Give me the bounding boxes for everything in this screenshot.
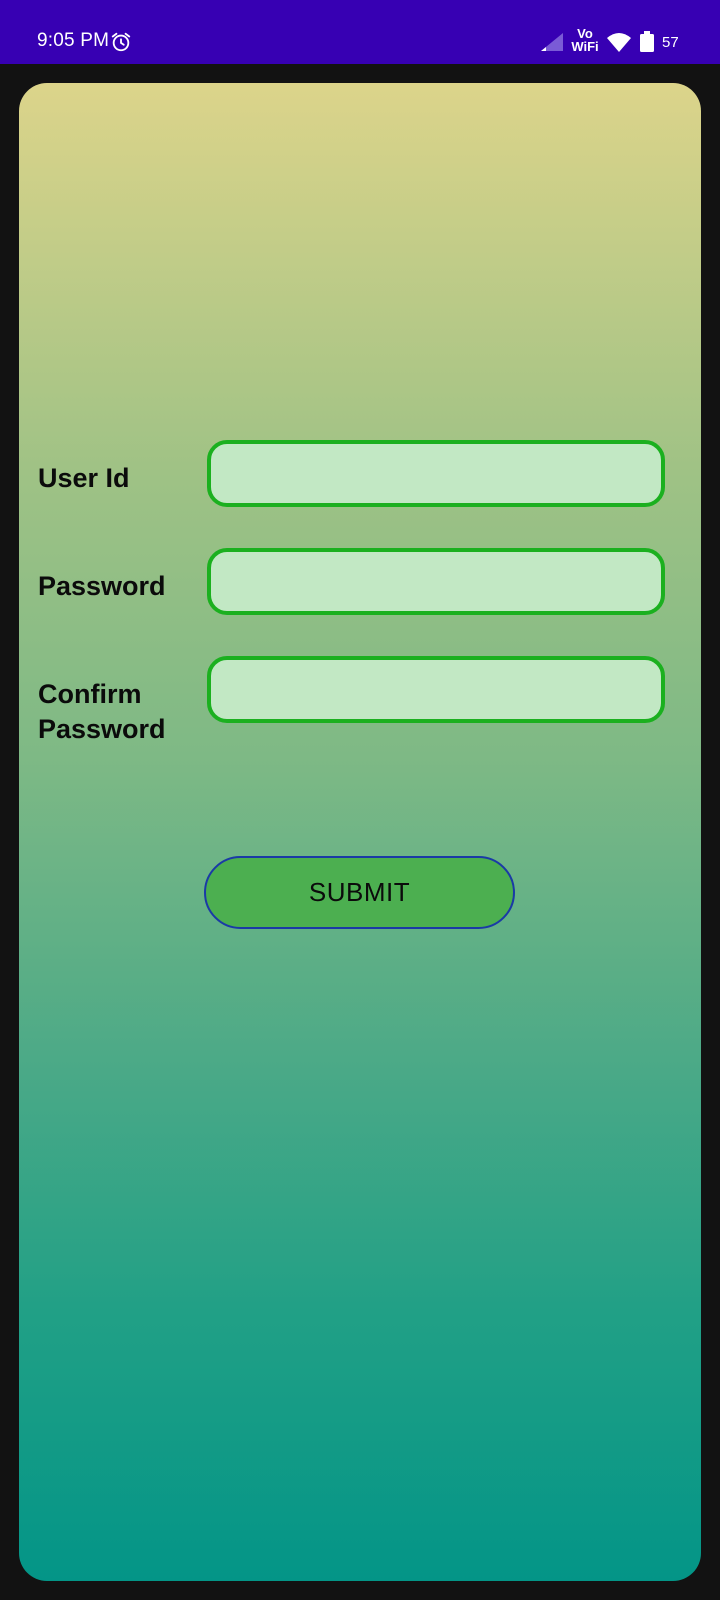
user-id-input[interactable] <box>207 440 665 507</box>
confirm-password-input[interactable] <box>207 656 665 723</box>
password-label: Password <box>38 569 198 604</box>
user-id-label: User Id <box>38 461 198 496</box>
alarm-icon <box>111 32 131 52</box>
wifi-icon <box>607 33 631 52</box>
password-label-text: Password <box>38 571 166 601</box>
signal-icon <box>541 33 563 51</box>
confirm-password-label-line1: Confirm <box>38 679 142 709</box>
status-time: 9:05 PM <box>37 30 110 51</box>
user-id-label-text: User Id <box>38 463 130 493</box>
submit-button[interactable]: SUBMIT <box>204 856 515 929</box>
form-card: User Id Password Confirm Password SUBMIT <box>19 83 701 1581</box>
status-bar: 9:05 PM Vo WiFi 57 <box>0 0 720 64</box>
password-input[interactable] <box>207 548 665 615</box>
vowifi-indicator: Vo WiFi <box>570 27 600 53</box>
confirm-password-label-line2: Password <box>38 714 166 744</box>
vowifi-bottom: WiFi <box>571 39 599 54</box>
battery-level: 57 <box>662 34 679 51</box>
confirm-password-label: Confirm Password <box>38 677 198 747</box>
battery-icon <box>640 31 654 52</box>
